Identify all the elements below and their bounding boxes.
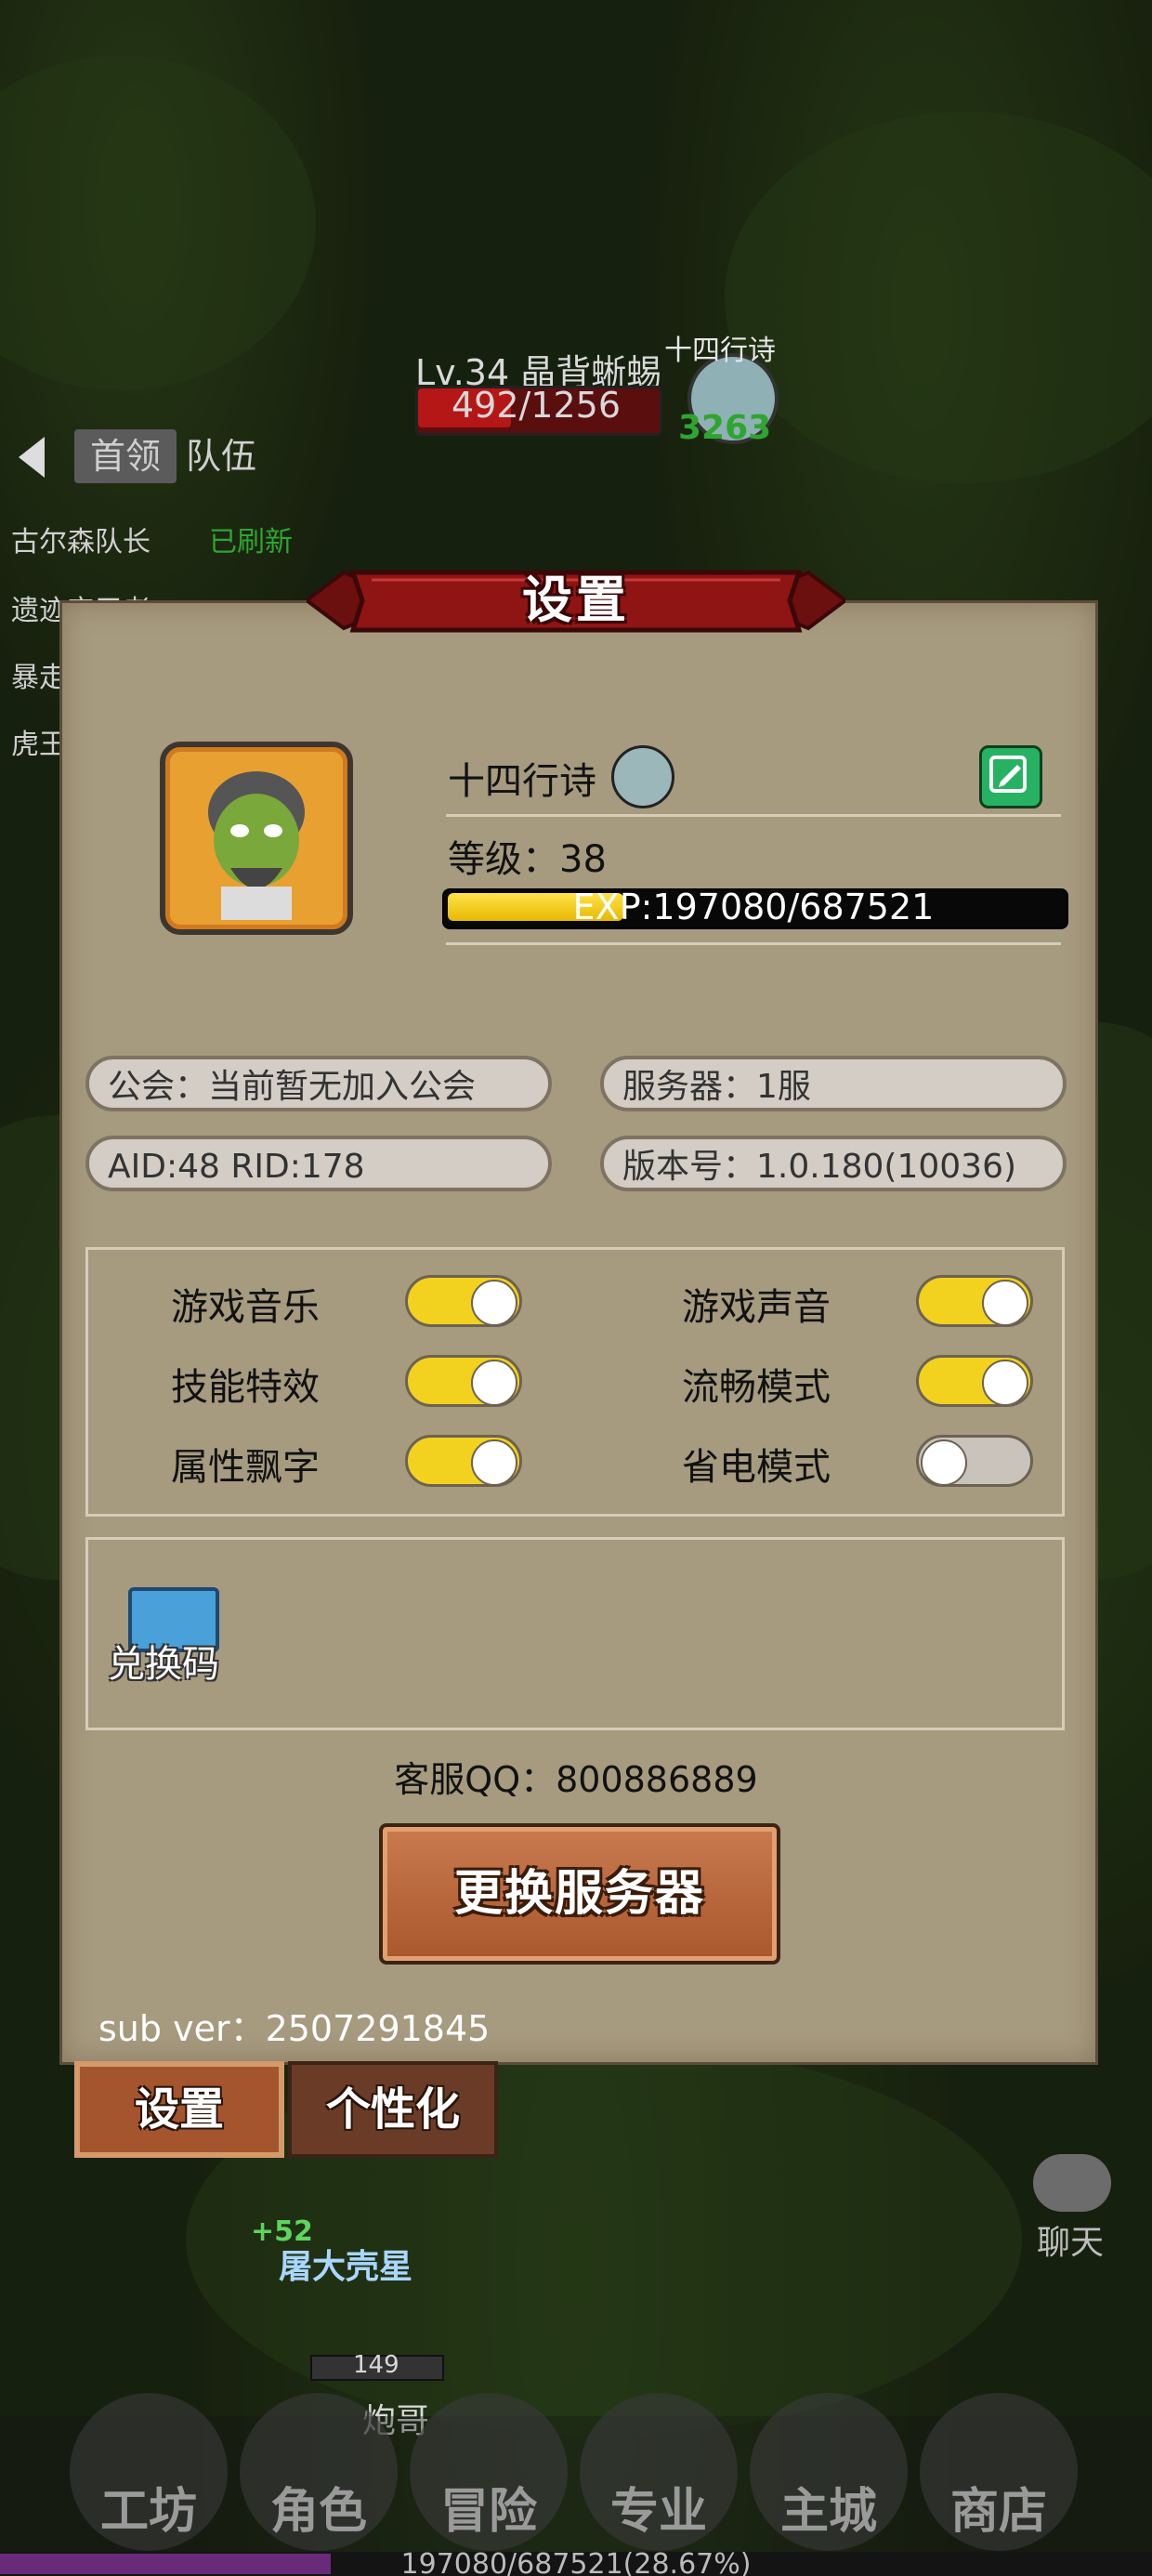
guild-info: 公会：当前暂无加入公会 bbox=[85, 1056, 552, 1111]
player-avatar[interactable] bbox=[160, 742, 353, 935]
setting-label-floating-text: 属性飘字 bbox=[171, 1446, 320, 1489]
owl-badge-icon bbox=[611, 745, 674, 808]
player-power: 3263 bbox=[678, 409, 772, 447]
nav-workshop[interactable]: 工坊 bbox=[56, 2472, 242, 2542]
toggle-power-save[interactable] bbox=[916, 1435, 1033, 1487]
nav-character[interactable]: 角色 bbox=[226, 2472, 412, 2542]
chat-icon[interactable] bbox=[1033, 2154, 1111, 2212]
side-list-item[interactable]: 虎王 bbox=[11, 721, 67, 762]
pencil-icon bbox=[989, 756, 1027, 793]
toggle-floating-text[interactable] bbox=[405, 1435, 522, 1487]
monster-hp-text: 492/1256 bbox=[451, 385, 622, 426]
sub-version: sub ver：2507291845 bbox=[98, 2008, 491, 2049]
toggle-knob bbox=[982, 1280, 1028, 1326]
redeem-code-button[interactable]: 兑换码 bbox=[108, 1634, 219, 1688]
setting-label-game-sound: 游戏声音 bbox=[682, 1286, 831, 1329]
nav-adventure[interactable]: 冒险 bbox=[396, 2472, 582, 2542]
hero-hp: 149 bbox=[353, 2351, 399, 2379]
player-name: 十四行诗 bbox=[448, 760, 596, 803]
toggle-knob bbox=[471, 1439, 517, 1486]
nav-shop[interactable]: 商店 bbox=[906, 2472, 1092, 2542]
exp-footer-text: 197080/687521(28.67%) bbox=[400, 2548, 752, 2576]
side-list-item[interactable]: 古尔森队长 bbox=[11, 519, 151, 559]
support-qq: 客服QQ：800886889 bbox=[394, 1759, 758, 1800]
back-arrow-icon[interactable] bbox=[19, 437, 45, 478]
chat-label[interactable]: 聊天 bbox=[1037, 2215, 1104, 2264]
side-list-item[interactable]: 暴走 bbox=[11, 654, 67, 695]
tab-settings[interactable]: 设置 bbox=[74, 2061, 284, 2158]
nav-profession[interactable]: 专业 bbox=[566, 2472, 752, 2542]
exp-text: EXP:197080/687521 bbox=[572, 887, 935, 927]
setting-label-skill-effects: 技能特效 bbox=[171, 1366, 320, 1409]
tab-team[interactable]: 队伍 bbox=[186, 429, 279, 483]
setting-label-power-save: 省电模式 bbox=[682, 1446, 831, 1489]
player-level: 等级：38 bbox=[448, 838, 607, 881]
nav-main-city[interactable]: 主城 bbox=[736, 2472, 922, 2542]
account-ids: AID:48 RID:178 bbox=[85, 1136, 552, 1191]
toggle-knob bbox=[982, 1360, 1028, 1406]
setting-label-game-music: 游戏音乐 bbox=[171, 1286, 320, 1329]
tab-boss[interactable]: 首领 bbox=[74, 429, 177, 483]
toggle-game-music[interactable] bbox=[405, 1275, 522, 1327]
orc-portrait-icon bbox=[208, 771, 305, 920]
version-info: 版本号：1.0.180(10036) bbox=[600, 1136, 1067, 1191]
toggle-skill-effects[interactable] bbox=[405, 1355, 522, 1407]
pet-name: 屠大壳星 bbox=[279, 2248, 413, 2286]
toggle-smooth-mode[interactable] bbox=[916, 1355, 1033, 1407]
redeem-box bbox=[85, 1537, 1065, 1730]
toggle-game-sound[interactable] bbox=[916, 1275, 1033, 1327]
server-info: 服务器：1服 bbox=[600, 1056, 1067, 1111]
toggle-knob bbox=[471, 1360, 517, 1406]
divider bbox=[446, 814, 1061, 817]
dialog-title: 设置 bbox=[522, 571, 630, 629]
setting-label-smooth-mode: 流畅模式 bbox=[682, 1366, 831, 1409]
player-top-name: 十四行诗 bbox=[664, 335, 776, 367]
divider bbox=[446, 942, 1061, 945]
edit-profile-button[interactable] bbox=[979, 745, 1042, 808]
toggle-knob bbox=[471, 1280, 517, 1326]
side-list-status: 已刷新 bbox=[209, 526, 293, 559]
toggle-knob bbox=[921, 1439, 967, 1486]
tab-personalize[interactable]: 个性化 bbox=[288, 2061, 498, 2158]
game-background: 十四行诗 3263 Lv.34 晶背蜥蜴 492/1256 首领 队伍 古尔森队… bbox=[0, 0, 1152, 2576]
switch-server-button[interactable]: 更换服务器 bbox=[379, 1823, 780, 1965]
